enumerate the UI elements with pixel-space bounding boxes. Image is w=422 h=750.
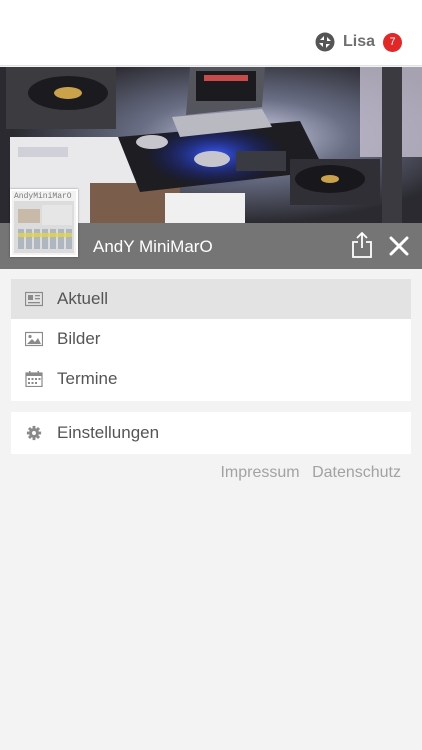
app-logo-icon: [315, 32, 335, 52]
menu-group-settings: Einstellungen: [11, 412, 411, 454]
image-icon: [25, 331, 43, 347]
close-icon[interactable]: [387, 234, 411, 258]
avatar[interactable]: AndyMiniMarO: [10, 189, 78, 257]
menu-item-label: Termine: [57, 369, 118, 388]
avatar-caption: AndyMiniMarO: [14, 192, 72, 201]
menu-group-main: Aktuell Bilder Termine: [11, 279, 411, 401]
menu-item-label: Bilder: [57, 329, 101, 348]
share-icon[interactable]: [350, 231, 374, 259]
menu-item-termine[interactable]: Termine: [11, 359, 411, 399]
user-account[interactable]: Lisa 7: [315, 32, 402, 52]
menu-item-einstellungen[interactable]: Einstellungen: [11, 412, 411, 454]
top-bar: Lisa 7: [0, 0, 422, 66]
menu-item-label: Einstellungen: [57, 423, 160, 442]
calendar-icon: [25, 371, 43, 387]
menu-item-label: Aktuell: [57, 289, 109, 308]
newspaper-icon: [25, 291, 43, 307]
gear-icon: [26, 425, 42, 441]
impressum-link[interactable]: Impressum: [220, 464, 299, 481]
menu-item-aktuell[interactable]: Aktuell: [11, 279, 411, 319]
profile-name: AndY MiniMarO: [93, 237, 213, 256]
menu-item-bilder[interactable]: Bilder: [11, 319, 411, 359]
user-name[interactable]: Lisa: [343, 33, 375, 51]
datenschutz-link[interactable]: Datenschutz: [312, 464, 401, 481]
profile-bar: AndyMiniMarO AndY MiniMarO: [0, 189, 422, 269]
notification-badge[interactable]: 7: [383, 32, 402, 52]
footer-links: Impressum Datenschutz: [212, 464, 401, 482]
